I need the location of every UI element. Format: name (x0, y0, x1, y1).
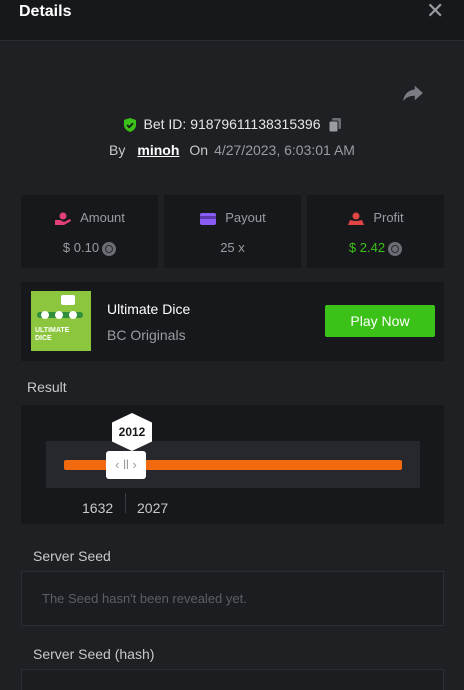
result-panel: ‹ ll › 2012 1632 2027 (21, 405, 444, 524)
on-label: On (189, 142, 209, 158)
server-seed-field[interactable]: The Seed hasn't been revealed yet. (21, 571, 444, 626)
shield-check-icon (123, 118, 136, 133)
game-provider: BC Originals (107, 327, 186, 343)
bet-id: Bet ID: 91879611138315396 (143, 116, 321, 132)
bc-badge-icon (61, 295, 75, 305)
range-max: 2027 (137, 500, 169, 516)
thumbnail-text: ULTIMATE DICE (35, 327, 70, 342)
amount-value-row: $ 0.10 (21, 240, 158, 256)
amount-icon (55, 212, 72, 225)
close-icon[interactable]: ✕ (426, 0, 444, 22)
copy-icon[interactable] (328, 117, 342, 133)
bet-byline: By minoh On 4/27/2023, 6:03:01 AM (0, 141, 464, 159)
game-thumbnail[interactable]: ULTIMATE DICE (31, 291, 91, 351)
payout-label-row: Payout (164, 210, 301, 226)
dice-dot-icon (41, 311, 49, 319)
coin-icon (102, 241, 117, 256)
range-divider (125, 493, 126, 513)
server-seed-label: Server Seed (33, 548, 111, 564)
stat-amount: Amount $ 0.10 (21, 195, 158, 268)
share-icon[interactable] (402, 84, 424, 102)
bet-date: 4/27/2023, 6:03:01 AM (214, 142, 355, 158)
payout-icon (200, 212, 217, 225)
details-header: Details ✕ (0, 0, 464, 41)
stat-payout: Payout 25 x (164, 195, 301, 268)
dice-dot-icon (55, 311, 63, 319)
play-now-button[interactable]: Play Now (325, 305, 435, 337)
dice-dot-icon (69, 311, 77, 319)
profit-label: Profit (373, 210, 404, 225)
amount-value: $ 0.10 (62, 240, 100, 255)
server-seed-hash-label: Server Seed (hash) (33, 646, 155, 662)
profit-label-row: Profit (307, 210, 444, 226)
profit-icon (348, 212, 365, 225)
payout-value: 25 x (220, 240, 245, 255)
by-label: By (109, 142, 126, 158)
amount-label: Amount (80, 210, 125, 225)
profit-value-row: $ 2.42 (307, 240, 444, 256)
server-seed-hash-field[interactable] (21, 669, 444, 690)
bet-id-line: Bet ID: 91879611138315396 (0, 115, 464, 133)
profit-value: $ 2.42 (348, 240, 386, 255)
result-label: Result (27, 379, 67, 395)
stat-profit: Profit $ 2.42 (307, 195, 444, 268)
range-min: 1632 (82, 500, 114, 516)
amount-label-row: Amount (21, 210, 158, 226)
server-seed-placeholder: The Seed hasn't been revealed yet. (42, 591, 247, 606)
coin-icon (388, 241, 403, 256)
game-name[interactable]: Ultimate Dice (107, 300, 190, 318)
page-title: Details (19, 3, 72, 20)
payout-label: Payout (225, 210, 266, 225)
game-card: ULTIMATE DICE Ultimate Dice BC Originals… (21, 282, 444, 361)
slider-handle[interactable]: ‹ ll › (106, 451, 146, 479)
user-link[interactable]: minoh (137, 142, 179, 158)
